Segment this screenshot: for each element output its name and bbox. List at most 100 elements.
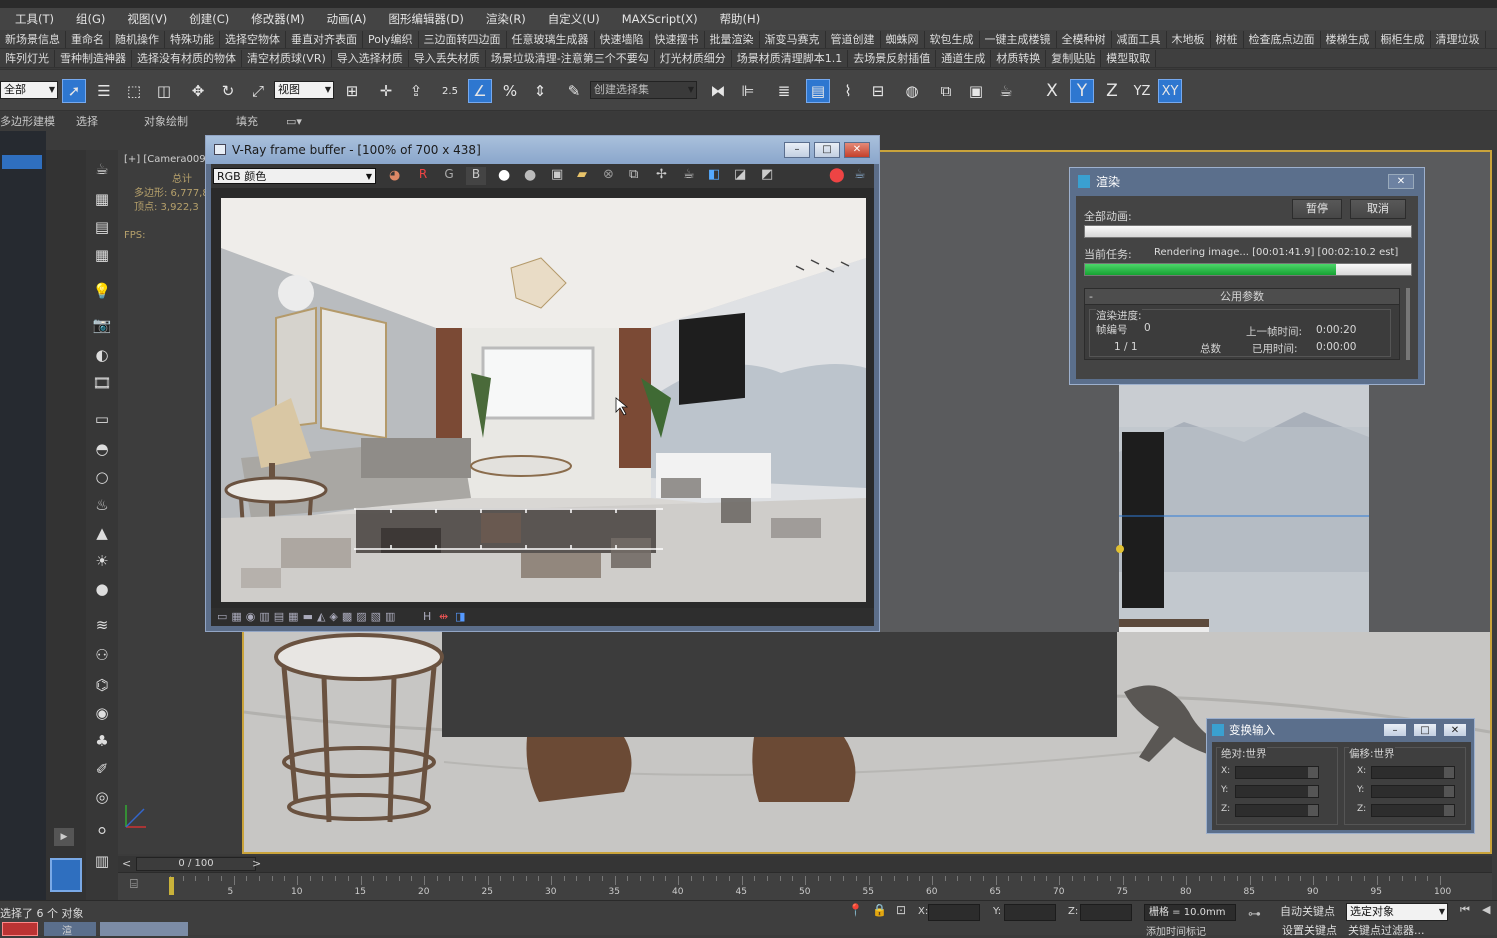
vfb-ab-icon[interactable]: ◨: [455, 610, 465, 623]
plugin-button-12[interactable]: 渐变马赛克: [760, 30, 826, 48]
key-selection-dropdown[interactable]: 选定对象: [1346, 903, 1448, 921]
minimize-button[interactable]: –: [784, 142, 810, 158]
menu-help[interactable]: 帮助(H): [709, 11, 772, 27]
timeline-track[interactable]: ⌸ 5 10 15 20 25 30 35 40 45 50 55 60 65 70 75 80 85 90 95 1…: [118, 872, 1492, 900]
plugin-button-row2-9[interactable]: 去场景反射插值: [848, 49, 937, 67]
menu-group[interactable]: 组(G): [65, 11, 116, 27]
ribbon-tab-object-paint[interactable]: 对象绘制: [144, 113, 236, 129]
mirror-icon[interactable]: ⧓: [706, 79, 730, 103]
isolate-icon[interactable]: 📍: [848, 903, 863, 917]
auto-key-button[interactable]: 自动关键点: [1280, 904, 1342, 920]
plant-icon[interactable]: ♣: [90, 732, 114, 752]
half-sphere-icon[interactable]: ◐: [90, 346, 114, 366]
disc-icon[interactable]: ●: [90, 580, 114, 600]
key-filters-button[interactable]: 关键点过滤器...: [1348, 922, 1425, 938]
dome-icon[interactable]: ◓: [90, 440, 114, 460]
coord-x-field[interactable]: [928, 904, 980, 921]
menu-animation[interactable]: 动画(A): [316, 11, 378, 27]
globe-icon[interactable]: ◉: [90, 704, 114, 724]
teapot-render-icon[interactable]: ☕: [683, 167, 695, 182]
sphere-icon[interactable]: ○: [90, 468, 114, 488]
viewport-label[interactable]: [+] [Camera009: [124, 153, 209, 167]
menu-view[interactable]: 视图(V): [116, 11, 178, 27]
time-next-icon[interactable]: >: [252, 857, 261, 870]
plugin-button-row2-6[interactable]: 场景垃圾清理-注意第三个不要勾: [486, 49, 655, 67]
render-dialog-titlebar[interactable]: 渲染 ✕: [1070, 168, 1424, 196]
menu-maxscript[interactable]: MAXScript(X): [611, 12, 709, 26]
stop-render-icon[interactable]: ⬤: [829, 167, 845, 183]
plugin-button-row2-2[interactable]: 选择没有材质的物体: [132, 49, 242, 67]
transform-minimize-button[interactable]: –: [1383, 723, 1407, 737]
plugin-button-23[interactable]: 橱柜生成: [1376, 30, 1431, 48]
plugin-button-row2-8[interactable]: 场景材质清理脚本1.1: [732, 49, 849, 67]
light-icon[interactable]: 💡: [90, 282, 114, 302]
select-manipulate-icon[interactable]: ✛: [374, 79, 398, 103]
channel-dropdown[interactable]: RGB 颜色 ▼: [213, 168, 376, 184]
snap-toggle-icon[interactable]: 2.5: [438, 79, 462, 103]
dumbbell-icon[interactable]: ⚇: [90, 646, 114, 666]
box-icon[interactable]: ▭: [90, 410, 114, 430]
blue-channel-button[interactable]: B: [466, 167, 486, 185]
axis-z-button[interactable]: Z: [1100, 79, 1124, 103]
rollout-header[interactable]: - 公用参数: [1085, 289, 1399, 305]
selection-filter-dropdown[interactable]: 全部: [0, 81, 58, 99]
film-icon[interactable]: 🎞: [90, 374, 114, 394]
abs-z-input[interactable]: [1235, 804, 1319, 817]
plugin-button-row2-7[interactable]: 灯光材质细分: [655, 49, 732, 67]
brush-icon[interactable]: ✐: [90, 760, 114, 780]
plugin-button-22[interactable]: 楼梯生成: [1321, 30, 1376, 48]
keyboard-shortcut-icon[interactable]: ⇪: [404, 79, 428, 103]
menu-rendering[interactable]: 渲染(R): [475, 11, 537, 27]
plugin-button-24[interactable]: 清理垃圾: [1431, 30, 1486, 48]
plugin-button-2[interactable]: 随机操作: [110, 30, 165, 48]
absolute-mode-icon[interactable]: ⊡: [896, 903, 906, 917]
layer-manager-icon[interactable]: ≣: [772, 79, 796, 103]
rollout-collapse-icon[interactable]: -: [1089, 289, 1093, 304]
menu-graph-editors[interactable]: 图形编辑器(D): [378, 11, 475, 27]
list-icon[interactable]: ▤: [90, 218, 114, 238]
off-z-input[interactable]: [1371, 804, 1455, 817]
maximize-button[interactable]: □: [814, 142, 840, 158]
spinner-snap-icon[interactable]: ⇕: [528, 79, 552, 103]
plugin-button-14[interactable]: 蜘蛛网: [881, 30, 925, 48]
plugin-button-18[interactable]: 减面工具: [1112, 30, 1167, 48]
plugin-button-9[interactable]: 快速墙陷: [595, 30, 650, 48]
ribbon-tab-selection[interactable]: 选择: [76, 113, 144, 129]
material-editor-icon[interactable]: ◍: [900, 79, 924, 103]
plugin-button-row2-11[interactable]: 材质转换: [991, 49, 1047, 67]
plugin-button-row2-3[interactable]: 清空材质球(VR): [242, 49, 332, 67]
menu-customize[interactable]: 自定义(U): [537, 11, 611, 27]
plugin-button-row2-13[interactable]: 模型取取: [1101, 49, 1157, 67]
plugin-button-row2-1[interactable]: 雪种制造神器: [55, 49, 132, 67]
key-icon[interactable]: ⊶: [1248, 907, 1261, 922]
alpha-white-icon[interactable]: ●: [498, 167, 510, 183]
axis-x-button[interactable]: X: [1040, 79, 1064, 103]
set-key-button[interactable]: 设置关键点: [1282, 922, 1337, 938]
plugin-button-21[interactable]: 检查底点边面: [1244, 30, 1321, 48]
transform-close-button[interactable]: ✕: [1443, 723, 1467, 737]
color-picker-icon[interactable]: ◕: [389, 168, 400, 183]
named-selection-dropdown[interactable]: 创建选择集: [590, 81, 697, 99]
plugin-button-5[interactable]: 垂直对齐表面: [286, 30, 363, 48]
transform-dialog-titlebar[interactable]: 变换输入 – □ ✕: [1207, 719, 1474, 742]
plugin-button-row2-5[interactable]: 导入丢失材质: [409, 49, 486, 67]
prev-frame-icon[interactable]: ◀: [1482, 903, 1490, 916]
history-icon[interactable]: ◪: [734, 167, 746, 182]
move-icon[interactable]: ✥: [186, 79, 210, 103]
plugin-button-20[interactable]: 树桩: [1211, 30, 1244, 48]
cone-icon[interactable]: ▲: [90, 524, 114, 544]
plugin-button-16[interactable]: 一键主成楼镜: [980, 30, 1057, 48]
rect-selection-icon[interactable]: ⬚: [122, 79, 146, 103]
building-icon[interactable]: ▥: [90, 852, 114, 872]
abs-y-input[interactable]: [1235, 785, 1319, 798]
vfb-h-button[interactable]: H: [423, 610, 431, 623]
percent-snap-icon[interactable]: %: [498, 79, 522, 103]
white-ball-icon[interactable]: ⚪: [90, 822, 114, 842]
duplicate-icon[interactable]: ⧉: [629, 167, 638, 182]
plugin-button-7[interactable]: 三边面转四边面: [419, 30, 507, 48]
scene-explorer-icon[interactable]: ▤: [806, 79, 830, 103]
red-channel-button[interactable]: R: [413, 167, 433, 185]
taskbar-window-buttons[interactable]: [100, 922, 188, 936]
track-mouse-icon[interactable]: ✢: [656, 167, 667, 182]
cancel-button[interactable]: 取消: [1350, 199, 1406, 219]
